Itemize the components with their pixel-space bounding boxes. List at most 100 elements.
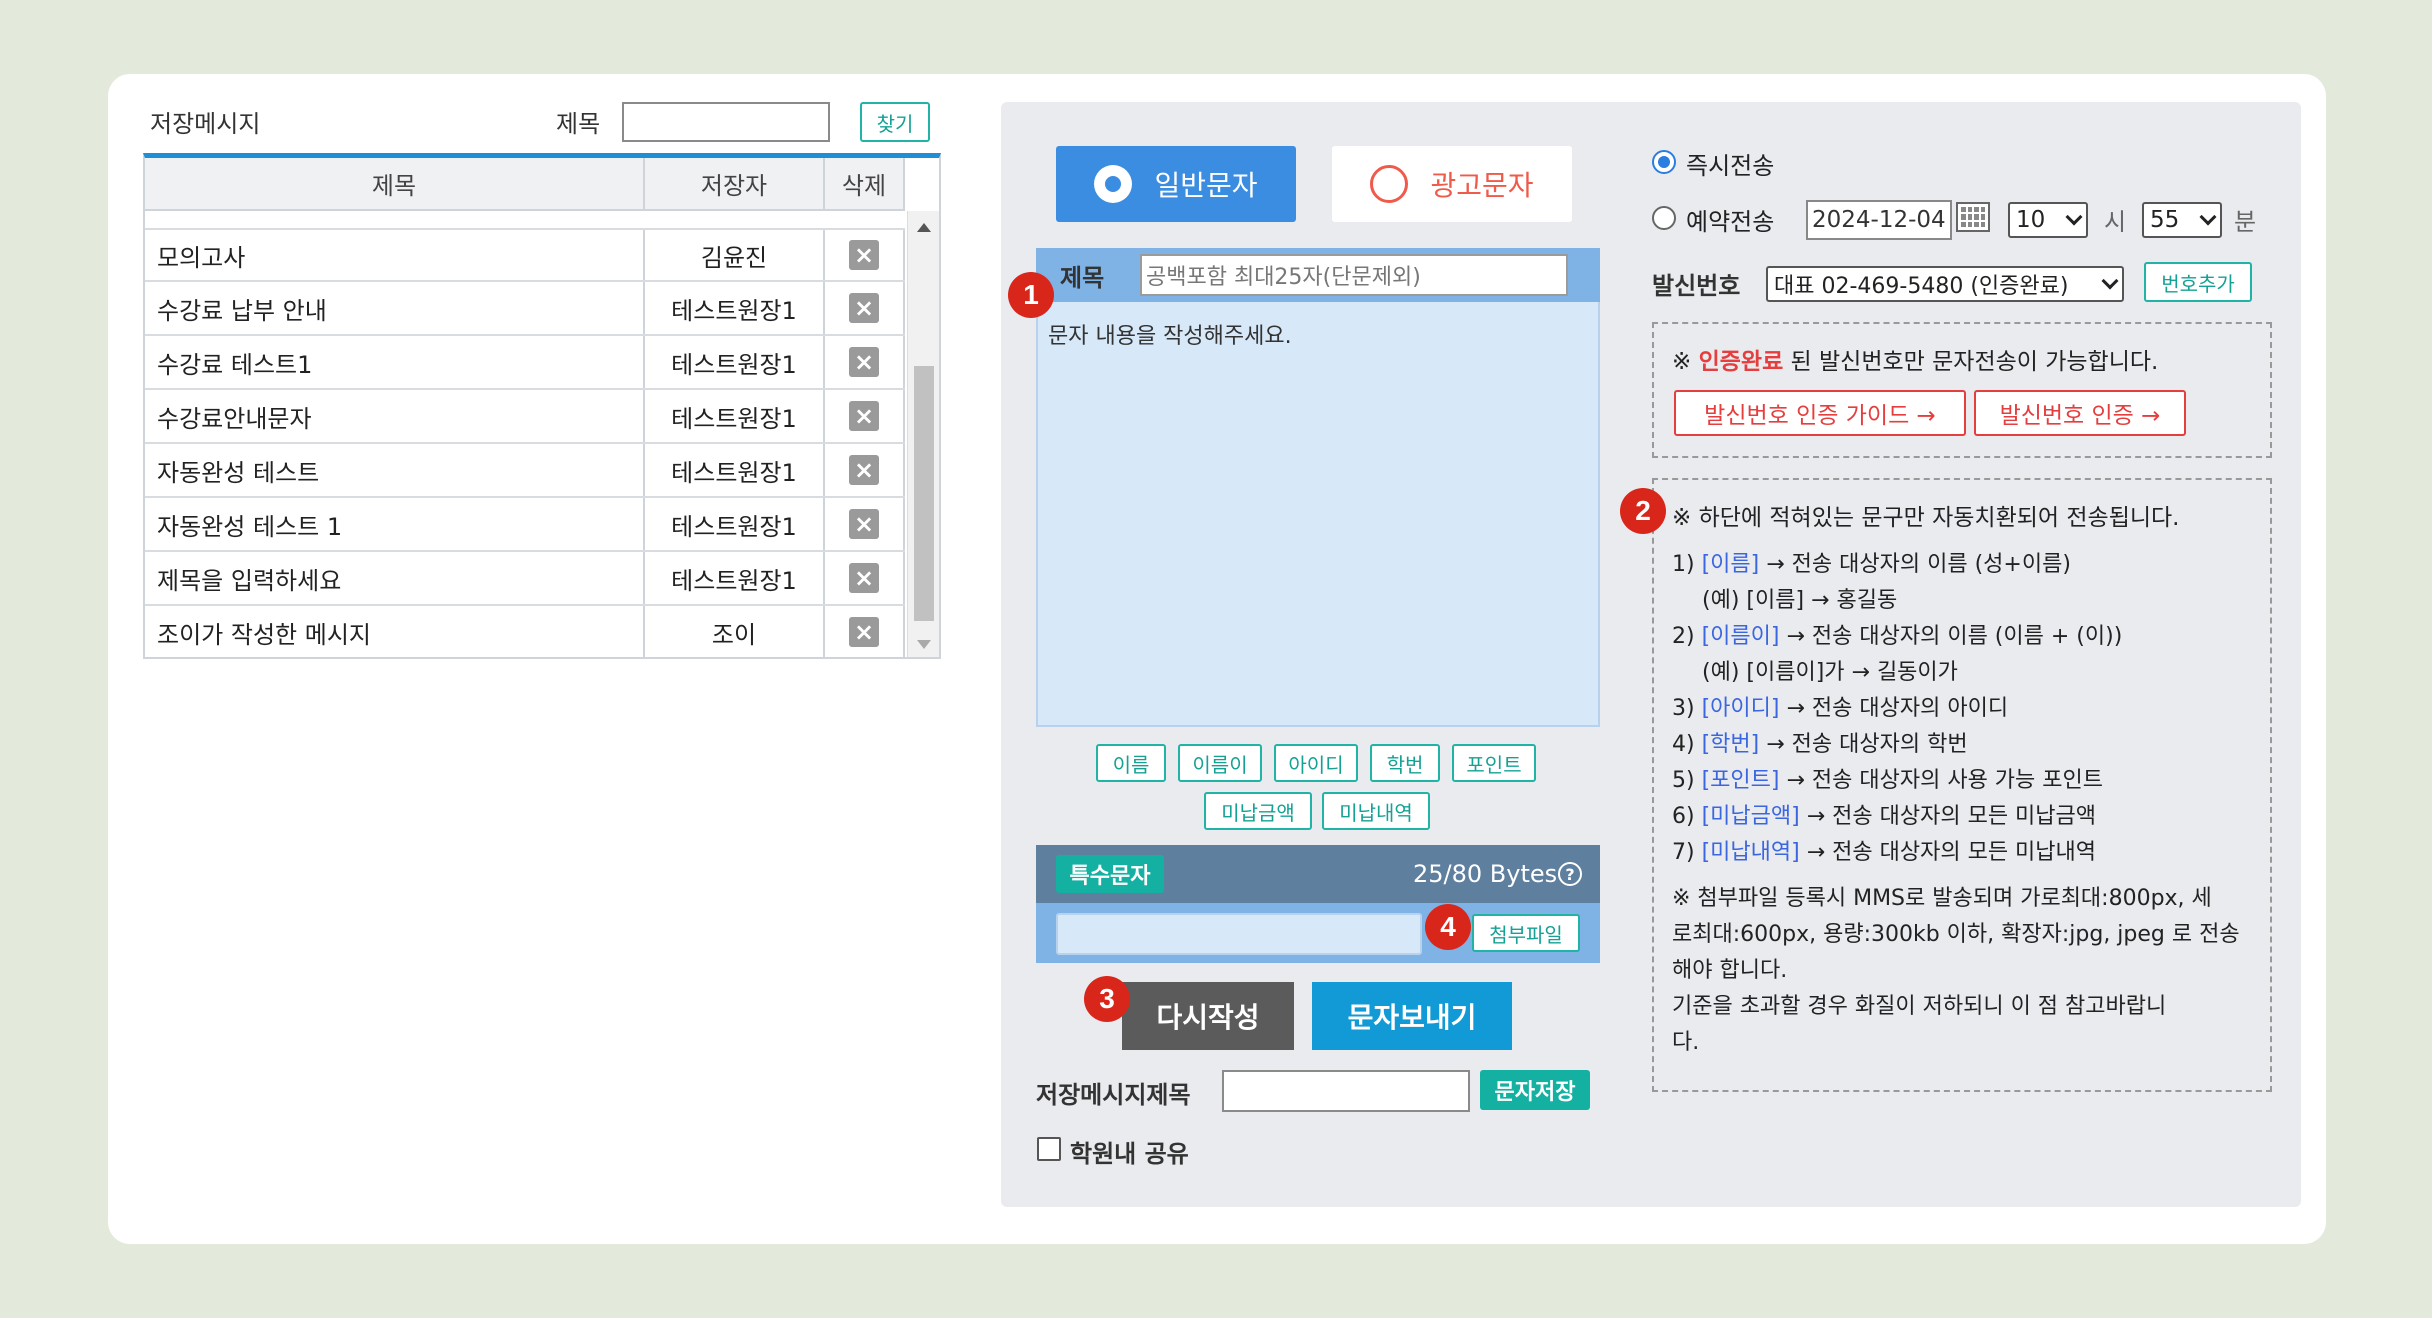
table-row[interactable]: 자동완성 테스트 1 테스트원장1 ×	[145, 498, 905, 552]
tag-unpaid-amount-button[interactable]: 미납금액	[1204, 792, 1312, 830]
info-item-desc: → 전송 대상자의 사용 가능 포인트	[1786, 768, 2104, 793]
info-item-tag: [포인트]	[1701, 768, 1780, 793]
saved-search-input[interactable]	[622, 102, 830, 142]
info-item-tag: [이름이]	[1701, 624, 1780, 649]
delete-icon[interactable]: ×	[849, 401, 879, 431]
attach-note-line: 기준을 초과할 경우 화질이 저하되니 이 점 참고바랍니	[1672, 994, 2167, 1019]
save-title-input[interactable]	[1222, 1070, 1470, 1112]
verify-note-prefix: ※	[1672, 349, 1699, 375]
row-author: 테스트원장1	[645, 444, 825, 496]
date-input[interactable]: 2024-12-04	[1806, 200, 1952, 240]
info-item-desc: → 전송 대상자의 이름 (성+이름)	[1766, 552, 2071, 577]
message-placeholder: 문자 내용을 작성해주세요.	[1048, 324, 1292, 349]
delete-icon[interactable]: ×	[849, 617, 879, 647]
delete-icon[interactable]: ×	[849, 509, 879, 539]
info-item-desc: → 전송 대상자의 학번	[1766, 732, 1968, 757]
message-textarea[interactable]: 문자 내용을 작성해주세요.	[1036, 302, 1600, 727]
immediate-radio[interactable]	[1652, 150, 1676, 174]
delete-icon[interactable]: ×	[849, 455, 879, 485]
scroll-down-icon[interactable]	[917, 640, 931, 649]
saved-title: 저장메시지	[150, 110, 261, 138]
info-item-tag: [미납내역]	[1701, 840, 1800, 865]
delete-icon[interactable]: ×	[849, 293, 879, 323]
delete-icon[interactable]: ×	[849, 347, 879, 377]
info-item-num: 6)	[1672, 804, 1695, 829]
attach-file-button[interactable]: 첨부파일	[1472, 914, 1580, 952]
tag-name-i-button[interactable]: 이름이	[1178, 744, 1262, 782]
sender-verify-button[interactable]: 발신번호 인증 →	[1974, 390, 2186, 436]
col-delete: 삭제	[825, 158, 905, 209]
calendar-icon[interactable]	[1956, 202, 1990, 232]
col-title: 제목	[145, 158, 645, 209]
row-title: 자동완성 테스트	[145, 444, 645, 496]
row-title: 조이가 작성한 메시지	[145, 606, 645, 657]
table-row[interactable]: 자동완성 테스트 테스트원장1 ×	[145, 444, 905, 498]
type-normal-label: 일반문자	[1154, 169, 1258, 202]
info-item-tag: [학번]	[1701, 732, 1760, 757]
info-item: (예) [이름이]가 → 길동이가	[1672, 655, 2262, 691]
row-author: 테스트원장1	[645, 282, 825, 334]
info-item-desc: → 전송 대상자의 모든 미납내역	[1806, 840, 2097, 865]
radio-selected-icon	[1094, 165, 1133, 203]
saved-message-list: 제목 저장자 삭제 모의고사 김윤진 × 수강료 납부 안내 테스트원장1 × 수강료 …	[143, 153, 941, 659]
help-icon[interactable]: ?	[1558, 862, 1582, 886]
send-button[interactable]: 문자보내기	[1312, 982, 1512, 1050]
scroll-thumb[interactable]	[914, 366, 934, 621]
info-item-num: 5)	[1672, 768, 1695, 793]
tag-point-button[interactable]: 포인트	[1452, 744, 1536, 782]
table-row[interactable]: 수강료안내문자 테스트원장1 ×	[145, 390, 905, 444]
save-message-button[interactable]: 문자저장	[1480, 1070, 1590, 1110]
minute-select[interactable]: 55	[2142, 202, 2222, 238]
info-item-tag: [아이디]	[1701, 696, 1780, 721]
add-number-button[interactable]: 번호추가	[2144, 262, 2252, 302]
scroll-up-icon[interactable]	[917, 223, 931, 232]
subject-label: 제목	[1060, 264, 1105, 292]
info-item: 1) [이름] → 전송 대상자의 이름 (성+이름)	[1672, 547, 2262, 583]
hour-select[interactable]: 10	[2008, 202, 2088, 238]
sender-value: 대표 02-469-5480 (인증완료)	[1774, 274, 2069, 299]
chevron-down-icon	[2065, 208, 2083, 226]
table-row[interactable]: 수강료 테스트1 테스트원장1 ×	[145, 336, 905, 390]
badge-2: 2	[1620, 488, 1666, 534]
info-item: 4) [학번] → 전송 대상자의 학번	[1672, 727, 2262, 763]
reset-button[interactable]: 다시작성	[1122, 982, 1294, 1050]
tag-name-button[interactable]: 이름	[1096, 744, 1166, 782]
row-author: 테스트원장1	[645, 390, 825, 442]
info-item-num: 7)	[1672, 840, 1695, 865]
info-item-tag: [이름]	[1701, 552, 1760, 577]
attach-file-input[interactable]	[1056, 913, 1422, 955]
radio-unselected-icon	[1370, 165, 1409, 203]
verify-note: ※ 인증완료 된 발신번호만 문자전송이 가능합니다.	[1672, 344, 2158, 380]
sender-select[interactable]: 대표 02-469-5480 (인증완료)	[1766, 266, 2124, 302]
delete-icon[interactable]: ×	[849, 563, 879, 593]
info-item-num: 4)	[1672, 732, 1695, 757]
saved-search-label: 제목	[556, 110, 601, 138]
share-checkbox[interactable]	[1037, 1137, 1061, 1161]
subject-input[interactable]: 공백포함 최대25자(단문제외)	[1140, 254, 1568, 296]
table-row[interactable]: 수강료 납부 안내 테스트원장1 ×	[145, 282, 905, 336]
list-header: 제목 저장자 삭제	[145, 158, 905, 211]
table-row[interactable]: 조이가 작성한 메시지 조이 ×	[145, 606, 905, 657]
sender-guide-button[interactable]: 발신번호 인증 가이드 →	[1674, 390, 1966, 436]
row-title: 제목을 입력하세요	[145, 552, 645, 604]
tag-student-no-button[interactable]: 학번	[1370, 744, 1440, 782]
table-row[interactable]: 제목을 입력하세요 테스트원장1 ×	[145, 552, 905, 606]
list-scrollbar[interactable]	[907, 211, 939, 657]
reserved-radio[interactable]	[1652, 206, 1676, 230]
sender-label: 발신번호	[1652, 272, 1741, 300]
special-chars-button[interactable]: 특수문자	[1056, 855, 1164, 893]
table-row[interactable]: 모의고사 김윤진 ×	[145, 228, 905, 282]
info-item-tag: [미납금액]	[1701, 804, 1800, 829]
delete-icon[interactable]: ×	[849, 240, 879, 270]
type-ad-button[interactable]: 광고문자	[1332, 146, 1572, 222]
tag-unpaid-list-button[interactable]: 미납내역	[1322, 792, 1430, 830]
type-normal-button[interactable]: 일반문자	[1056, 146, 1296, 222]
saved-search-button[interactable]: 찾기	[860, 102, 930, 142]
info-item-num: 3)	[1672, 696, 1695, 721]
immediate-label: 즉시전송	[1686, 152, 1775, 180]
byte-counter: 25/80 Bytes	[1413, 860, 1558, 888]
verify-note-red: 인증완료	[1698, 349, 1784, 375]
tag-id-button[interactable]: 아이디	[1274, 744, 1358, 782]
row-title: 수강료안내문자	[145, 390, 645, 442]
attach-note-line: ※ 첨부파일 등록시 MMS로 발송되며 가로최대:800px, 세	[1672, 886, 2212, 911]
